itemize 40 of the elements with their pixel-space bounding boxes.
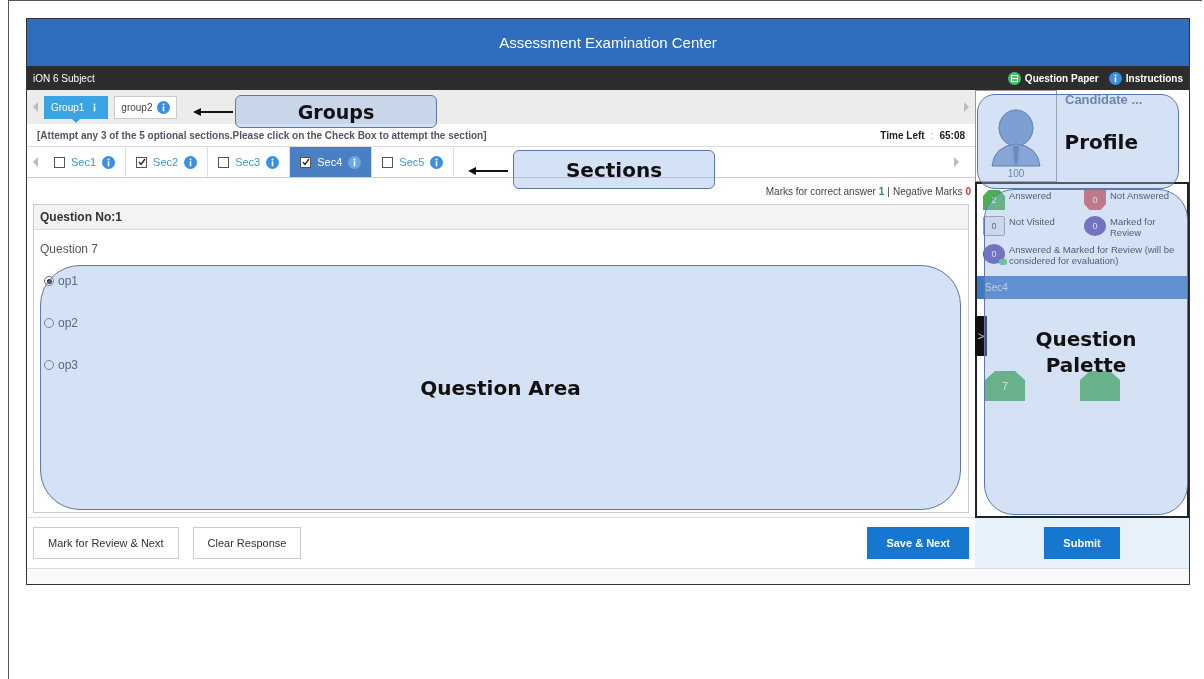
question-number: Question No:1 bbox=[34, 205, 968, 230]
option-label[interactable]: op1 bbox=[58, 274, 79, 288]
candidate-name: Candidate ... bbox=[1064, 91, 1144, 109]
marks-value: 1 bbox=[878, 185, 885, 197]
instruction-text: [Attempt any 3 of the 5 optional sections.Please click on the Check Box to attempt the section] bbox=[37, 129, 487, 141]
legend-label: Not Visited bbox=[1009, 216, 1055, 227]
subject-label: iON 6 Subject bbox=[33, 72, 95, 84]
status-icon: 0 bbox=[1084, 190, 1106, 210]
legend-label: Answered bbox=[1009, 190, 1052, 201]
timer-separator: : bbox=[930, 129, 934, 141]
collapse-toggle[interactable]: > bbox=[975, 316, 987, 356]
annotation-label: Groups bbox=[235, 95, 437, 128]
question-text: Question 7 bbox=[39, 241, 100, 258]
action-button[interactable]: Mark for Review & Next bbox=[33, 527, 179, 559]
status-icon: 0 bbox=[983, 216, 1005, 236]
status-icon: 2 bbox=[983, 190, 1005, 210]
status-icon: 0 bbox=[1084, 216, 1106, 236]
legend-label: Marked for Review bbox=[1110, 216, 1157, 238]
annotation-label: Sections bbox=[513, 150, 715, 189]
legend-label: Not Answered bbox=[1110, 190, 1170, 201]
score-label: 100 bbox=[1007, 168, 1025, 179]
option-label[interactable]: op3 bbox=[58, 358, 79, 372]
section-header: Sec4 bbox=[977, 276, 1187, 299]
action-button[interactable]: Clear Response bbox=[192, 527, 302, 559]
option-label[interactable]: op2 bbox=[58, 316, 79, 330]
legend-label: Answered & Marked for Review (will be considered for evaluation) bbox=[1009, 244, 1176, 266]
marks-label: Marks for correct answer bbox=[765, 185, 876, 197]
status-icon: 0 bbox=[983, 244, 1005, 264]
section-tab[interactable]: Sec4 bbox=[290, 147, 373, 177]
negative-marks-value: 0 bbox=[965, 185, 971, 197]
toolbar-link[interactable]: Question Paper bbox=[1007, 71, 1099, 85]
save-next-button[interactable]: Save & Next bbox=[867, 527, 969, 559]
submit-button[interactable]: Submit bbox=[1044, 527, 1120, 559]
timer-label: Time Left bbox=[880, 129, 925, 141]
timer-value: 65:08 bbox=[939, 129, 965, 141]
negative-marks-label: Negative Marks bbox=[892, 185, 963, 197]
window-title: Assessment Examination Center bbox=[27, 19, 1189, 66]
group-tab[interactable]: group2 bbox=[114, 95, 177, 119]
marks-separator: | bbox=[887, 185, 890, 197]
toolbar-link[interactable]: Instructions bbox=[1108, 71, 1183, 85]
